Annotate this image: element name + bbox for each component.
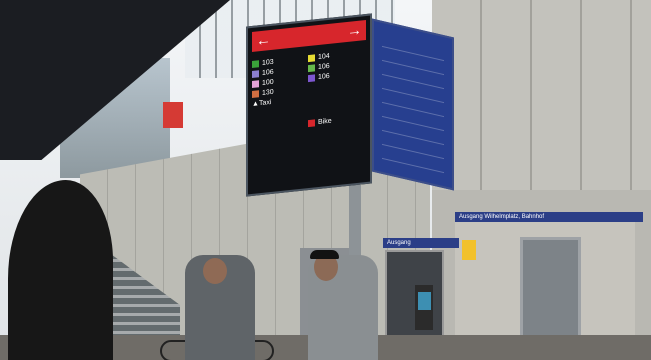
yellow-plate [462,240,476,260]
route-color-swatch [308,64,315,73]
man-head [203,258,227,284]
right-door [520,237,581,341]
route-row: 106 [308,70,356,83]
route-color-swatch [252,70,259,78]
route-number: 106 [318,62,330,72]
backpack [418,292,431,310]
right-arrow-icon: → [347,21,362,41]
red-shop-sign [163,102,183,128]
route-number: 106 [318,72,330,82]
bike-row: Bike [308,115,356,128]
cap [310,250,339,259]
route-number: 106 [262,68,274,77]
bike-label: Bike [318,117,332,127]
route-number: 100 [262,78,274,87]
route-color-swatch [252,90,259,98]
station-scene: Ausgang Wilhelmplatz, Bahnhof Ausgang ← … [0,0,651,360]
route-number: 104 [318,52,330,62]
route-number: 130 [262,88,274,97]
route-color-swatch [308,74,315,83]
left-arrow-icon: ← [256,30,271,50]
taxi-icon: ▲ [252,100,259,108]
taxi-row: ▲ Taxi [252,96,300,108]
middle-blue-sign: Ausgang [383,238,459,248]
departure-display: ← → 103 106 100 130 ▲ Taxi 104 106 106 Bi… [246,13,372,197]
route-number: 103 [262,58,274,67]
route-color-swatch [252,80,259,88]
route-color-swatch [252,60,259,68]
bike-icon [308,119,315,128]
side-display [372,18,454,191]
route-color-swatch [308,54,315,63]
wall-panels [432,0,651,190]
right-blue-sign: Ausgang Wilhelmplatz, Bahnhof [455,212,643,222]
taxi-label: Taxi [258,98,272,108]
